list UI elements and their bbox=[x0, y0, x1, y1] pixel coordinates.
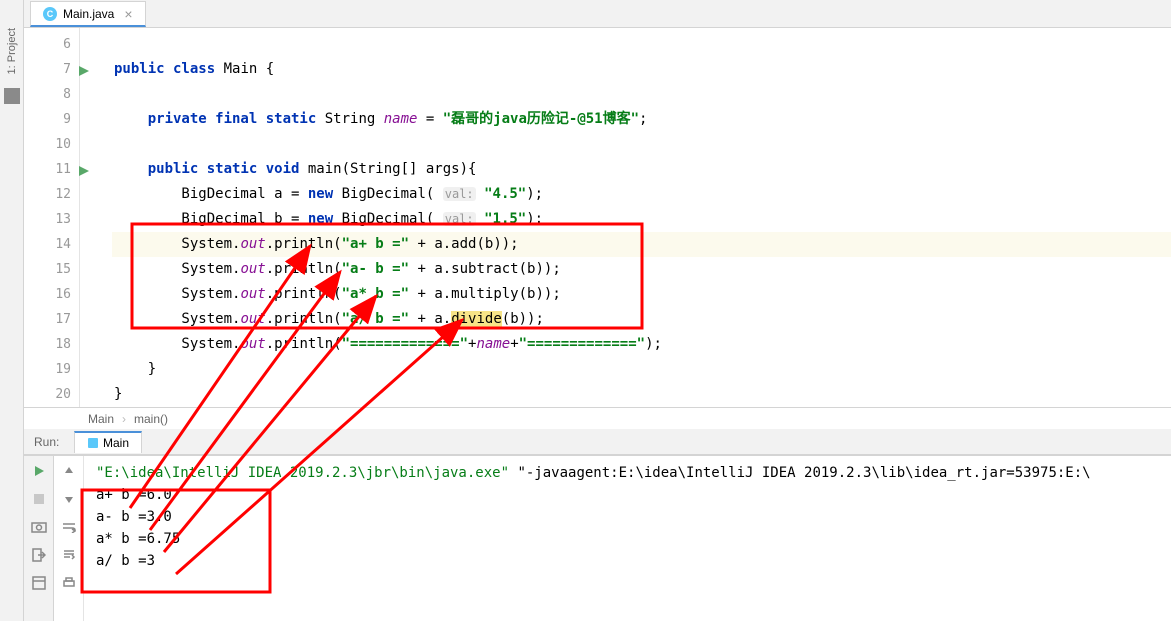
run-label: Run: bbox=[24, 431, 69, 453]
structure-icon[interactable] bbox=[4, 88, 20, 104]
breadcrumb[interactable]: Main › main() bbox=[24, 407, 1171, 429]
exit-icon[interactable] bbox=[30, 546, 48, 564]
run-panel-header: Run: Main bbox=[24, 429, 1171, 455]
breadcrumb-item[interactable]: main() bbox=[134, 412, 168, 426]
soft-wrap-icon[interactable] bbox=[60, 518, 78, 536]
scroll-to-end-icon[interactable] bbox=[60, 546, 78, 564]
stop-icon[interactable] bbox=[30, 490, 48, 508]
print-icon[interactable] bbox=[60, 574, 78, 592]
camera-icon[interactable] bbox=[30, 518, 48, 536]
file-tab-label: Main.java bbox=[63, 7, 114, 21]
project-tool-tab[interactable]: 1: Project bbox=[4, 20, 20, 82]
rerun-icon[interactable] bbox=[30, 462, 48, 480]
up-icon[interactable] bbox=[60, 462, 78, 480]
application-icon bbox=[87, 437, 99, 449]
file-tab-main[interactable]: C Main.java × bbox=[30, 1, 146, 27]
code-area[interactable]: public class Main { private final static… bbox=[104, 28, 1171, 407]
main-area: C Main.java × 67891011121314151617181920… bbox=[24, 0, 1171, 621]
java-class-icon: C bbox=[43, 7, 57, 21]
left-sidebar: 1: Project bbox=[0, 0, 24, 621]
console-output[interactable]: "E:\idea\IntelliJ IDEA 2019.2.3\jbr\bin\… bbox=[84, 456, 1171, 621]
line-gutter[interactable]: 67891011121314151617181920 bbox=[24, 28, 80, 407]
run-toolbar-secondary bbox=[54, 456, 84, 621]
run-tab-label: Main bbox=[103, 436, 129, 450]
layout-icon[interactable] bbox=[30, 574, 48, 592]
run-toolbar-primary bbox=[24, 456, 54, 621]
editor-tabs-bar: C Main.java × bbox=[24, 0, 1171, 28]
run-panel: "E:\idea\IntelliJ IDEA 2019.2.3\jbr\bin\… bbox=[24, 455, 1171, 621]
breadcrumb-item[interactable]: Main bbox=[88, 412, 114, 426]
down-icon[interactable] bbox=[60, 490, 78, 508]
close-icon[interactable]: × bbox=[124, 6, 132, 22]
chevron-right-icon: › bbox=[122, 412, 126, 426]
run-config-tab[interactable]: Main bbox=[74, 431, 142, 453]
editor[interactable]: 67891011121314151617181920 public class … bbox=[24, 28, 1171, 407]
